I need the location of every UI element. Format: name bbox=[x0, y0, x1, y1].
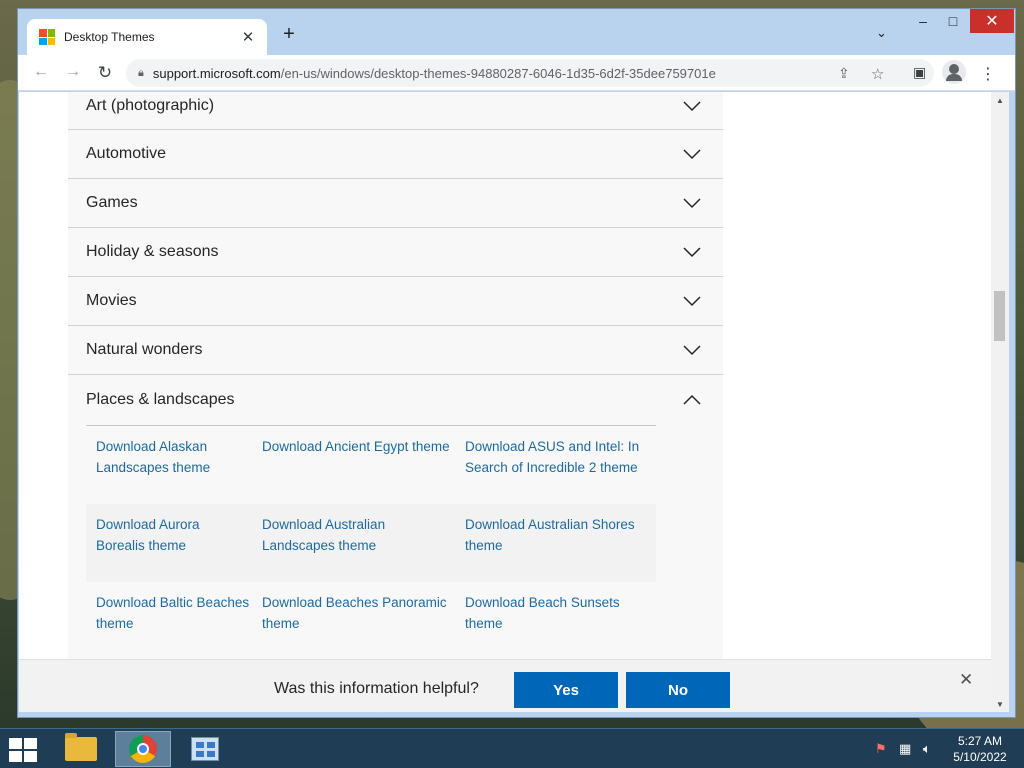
feedback-question: Was this information helpful? bbox=[274, 680, 479, 697]
link-row: Download Baltic Beaches theme Download B… bbox=[86, 582, 656, 660]
chevron-down-icon bbox=[683, 243, 701, 261]
category-header[interactable]: Places & landscapes bbox=[86, 375, 723, 425]
taskbar: ⚑ ▦ 🔈︎ 5:27 AM 5/10/2022 bbox=[0, 728, 1024, 768]
maximize-button[interactable]: □ bbox=[938, 9, 968, 33]
category-label: Automotive bbox=[86, 145, 167, 162]
forward-arrow-icon[interactable]: → bbox=[63, 63, 83, 81]
lock-icon[interactable]: 🔒︎ bbox=[138, 67, 144, 80]
tab-desktop-themes[interactable]: Desktop Themes ✕ bbox=[27, 19, 267, 55]
chevron-down-icon bbox=[683, 97, 701, 115]
theme-link-grid: Download Alaskan Landscapes theme Downlo… bbox=[86, 425, 656, 660]
category-natural-wonders[interactable]: Natural wonders bbox=[68, 326, 723, 375]
file-explorer-button[interactable] bbox=[53, 731, 109, 767]
download-australian-shores-link[interactable]: Download Australian Shores theme bbox=[465, 514, 666, 582]
category-movies[interactable]: Movies bbox=[68, 277, 723, 326]
profile-icon[interactable] bbox=[942, 60, 966, 84]
clock-time: 5:27 AM bbox=[957, 734, 1003, 748]
system-clock[interactable]: 5:27 AM 5/10/2022 bbox=[945, 733, 1015, 765]
url-path: /en-us/windows/desktop-themes-94880287-6… bbox=[280, 65, 716, 81]
feedback-no-button[interactable]: No bbox=[626, 672, 730, 708]
control-panel-icon bbox=[191, 737, 219, 761]
feedback-bar: Was this information helpful? Yes No ✕ bbox=[19, 659, 991, 712]
close-icon[interactable]: ✕ bbox=[959, 670, 973, 690]
download-alaskan-landscapes-link[interactable]: Download Alaskan Landscapes theme bbox=[96, 436, 262, 504]
page-viewport: Art (photographic) Automotive Games Holi… bbox=[19, 92, 991, 712]
close-window-button[interactable]: ✕ bbox=[970, 9, 1014, 33]
side-panel-icon[interactable]: ▣ bbox=[913, 64, 926, 81]
chevron-down-icon bbox=[683, 194, 701, 212]
star-icon[interactable]: ☆ bbox=[871, 65, 884, 83]
action-center-flag-icon[interactable]: ⚑ bbox=[875, 741, 887, 757]
url-text: support.microsoft.com/en-us/windows/desk… bbox=[153, 66, 716, 81]
category-label: Art (photographic) bbox=[86, 97, 215, 114]
share-icon[interactable]: ⇪ bbox=[838, 65, 850, 82]
category-label: Natural wonders bbox=[86, 341, 203, 358]
reload-icon[interactable]: ↻ bbox=[95, 63, 115, 83]
download-aurora-borealis-link[interactable]: Download Aurora Borealis theme bbox=[96, 514, 262, 582]
download-australian-landscapes-link[interactable]: Download Australian Landscapes theme bbox=[262, 514, 465, 582]
download-asus-intel-link[interactable]: Download ASUS and Intel: In Search of In… bbox=[465, 436, 666, 504]
address-bar[interactable]: 🔒︎ support.microsoft.com/en-us/windows/d… bbox=[126, 59, 934, 87]
chevron-down-icon bbox=[683, 145, 701, 163]
volume-muted-icon[interactable]: 🔈︎ bbox=[923, 741, 931, 757]
minimize-button[interactable]: – bbox=[908, 9, 938, 33]
url-host: support.microsoft.com bbox=[152, 65, 281, 81]
folder-icon bbox=[65, 733, 97, 761]
chrome-taskbar-button[interactable] bbox=[115, 731, 171, 767]
theme-category-accordion: Art (photographic) Automotive Games Holi… bbox=[68, 92, 723, 660]
windows-start-icon[interactable] bbox=[9, 738, 37, 762]
menu-icon[interactable]: ⋮ bbox=[980, 64, 996, 84]
category-games[interactable]: Games bbox=[68, 179, 723, 228]
new-tab-button[interactable]: + bbox=[278, 23, 300, 46]
tab-title: Desktop Themes bbox=[64, 30, 155, 44]
back-arrow-icon[interactable]: ← bbox=[31, 63, 51, 81]
link-row: Download Aurora Borealis theme Download … bbox=[86, 504, 656, 582]
tab-close-icon[interactable]: ✕ bbox=[239, 28, 257, 46]
scrollbar-thumb[interactable] bbox=[994, 291, 1005, 341]
tab-search-chevron-icon[interactable]: ⌄ bbox=[876, 25, 887, 41]
chevron-up-icon bbox=[683, 391, 701, 409]
control-panel-button[interactable] bbox=[177, 731, 233, 767]
category-places-landscapes: Places & landscapes Download Alaskan Lan… bbox=[68, 375, 723, 660]
category-automotive[interactable]: Automotive bbox=[68, 130, 723, 179]
category-label: Movies bbox=[86, 292, 137, 309]
category-art-photographic[interactable]: Art (photographic) bbox=[68, 92, 723, 130]
scroll-up-arrow-icon[interactable]: ▲ bbox=[996, 96, 1004, 105]
microsoft-logo-icon bbox=[39, 29, 55, 45]
category-label: Places & landscapes bbox=[86, 391, 235, 408]
browser-window: Desktop Themes ✕ + ⌄ – □ ✕ ← → ↻ 🔒︎ supp… bbox=[17, 8, 1016, 718]
download-ancient-egypt-link[interactable]: Download Ancient Egypt theme bbox=[262, 436, 465, 504]
download-beach-sunsets-link[interactable]: Download Beach Sunsets theme bbox=[465, 592, 666, 660]
tab-strip: Desktop Themes ✕ + ⌄ – □ ✕ bbox=[18, 9, 1015, 55]
chrome-icon bbox=[129, 735, 157, 763]
category-holiday-seasons[interactable]: Holiday & seasons bbox=[68, 228, 723, 277]
category-label: Holiday & seasons bbox=[86, 243, 219, 260]
scroll-down-arrow-icon[interactable]: ▼ bbox=[996, 700, 1004, 709]
feedback-yes-button[interactable]: Yes bbox=[514, 672, 618, 708]
download-baltic-beaches-link[interactable]: Download Baltic Beaches theme bbox=[96, 592, 262, 660]
network-icon[interactable]: ▦ bbox=[899, 741, 911, 757]
link-row: Download Alaskan Landscapes theme Downlo… bbox=[86, 426, 656, 504]
chevron-down-icon bbox=[683, 341, 701, 359]
clock-date: 5/10/2022 bbox=[953, 750, 1007, 764]
page-scrollbar[interactable]: ▲ ▼ bbox=[991, 92, 1009, 712]
chevron-down-icon bbox=[683, 292, 701, 310]
category-label: Games bbox=[86, 194, 138, 211]
download-beaches-panoramic-link[interactable]: Download Beaches Panoramic theme bbox=[262, 592, 465, 660]
browser-toolbar: ← → ↻ 🔒︎ support.microsoft.com/en-us/win… bbox=[18, 55, 1015, 91]
